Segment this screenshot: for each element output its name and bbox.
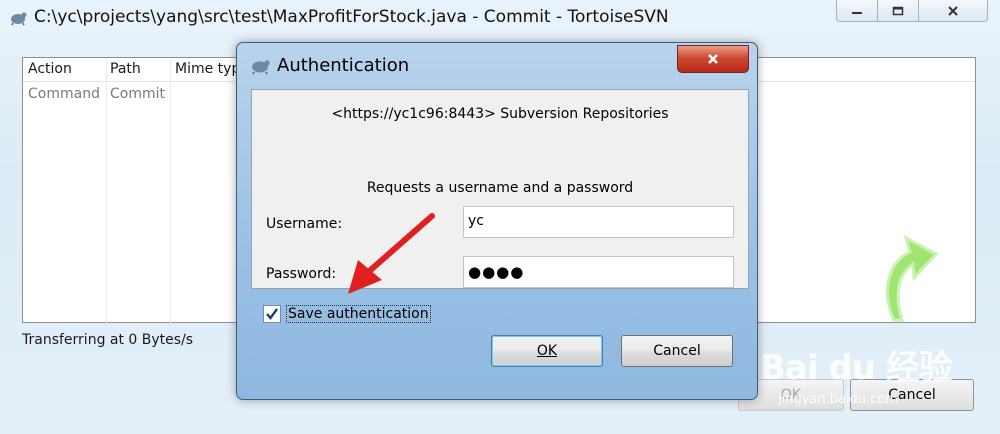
maximize-icon — [892, 6, 904, 15]
dialog-title: Authentication — [277, 55, 410, 76]
checkbox-box[interactable] — [263, 305, 281, 323]
watermark-url: jingyan.baidu.com — [778, 392, 898, 407]
save-authentication-label: Save authentication — [286, 305, 431, 323]
password-label: Password: — [266, 266, 337, 282]
checkmark-icon — [266, 308, 278, 320]
column-divider — [106, 58, 107, 324]
column-header-path[interactable]: Path — [110, 61, 141, 77]
maximize-button[interactable] — [877, 0, 919, 22]
tortoisesvn-icon — [252, 60, 270, 75]
close-icon — [708, 54, 718, 64]
password-input[interactable]: ●●●● — [463, 256, 734, 288]
dialog-cancel-label: Cancel — [653, 343, 701, 359]
column-divider — [170, 58, 171, 324]
column-header-mime-type[interactable]: Mime typ — [175, 61, 240, 77]
close-icon — [948, 5, 958, 16]
annotation-arrow-icon — [348, 213, 435, 294]
minimize-button[interactable] — [836, 0, 878, 22]
credentials-panel: <https://yc1c96:8443> Subversion Reposit… — [251, 89, 749, 289]
main-titlebar: C:\yc\projects\yang\src\test\MaxProfitFo… — [0, 0, 1000, 36]
list-item-path: Commit — [110, 86, 165, 102]
list-item-action: Command — [28, 86, 100, 102]
authentication-dialog: Authentication <https://yc1c96:8443> Sub… — [236, 42, 758, 400]
minimize-icon — [852, 11, 862, 14]
dialog-cancel-button[interactable]: Cancel — [621, 335, 733, 367]
dialog-ok-label: OK — [536, 343, 558, 359]
dialog-close-button[interactable] — [677, 45, 749, 73]
watermark-logo: Bai du 经验 — [760, 348, 953, 388]
save-authentication-checkbox[interactable]: Save authentication — [263, 305, 431, 323]
transfer-status: Transferring at 0 Bytes/s — [22, 332, 194, 348]
refresh-arrow-icon — [886, 235, 939, 322]
dialog-ok-button[interactable]: OK — [491, 335, 603, 367]
column-header-action[interactable]: Action — [28, 61, 72, 77]
realm-text: <https://yc1c96:8443> Subversion Reposit… — [331, 106, 669, 122]
username-input[interactable]: yc — [463, 206, 734, 238]
request-text: Requests a username and a password — [366, 180, 634, 196]
tortoisesvn-icon — [11, 12, 27, 26]
window-title: C:\yc\projects\yang\src\test\MaxProfitFo… — [34, 7, 669, 27]
close-button[interactable] — [918, 0, 988, 22]
